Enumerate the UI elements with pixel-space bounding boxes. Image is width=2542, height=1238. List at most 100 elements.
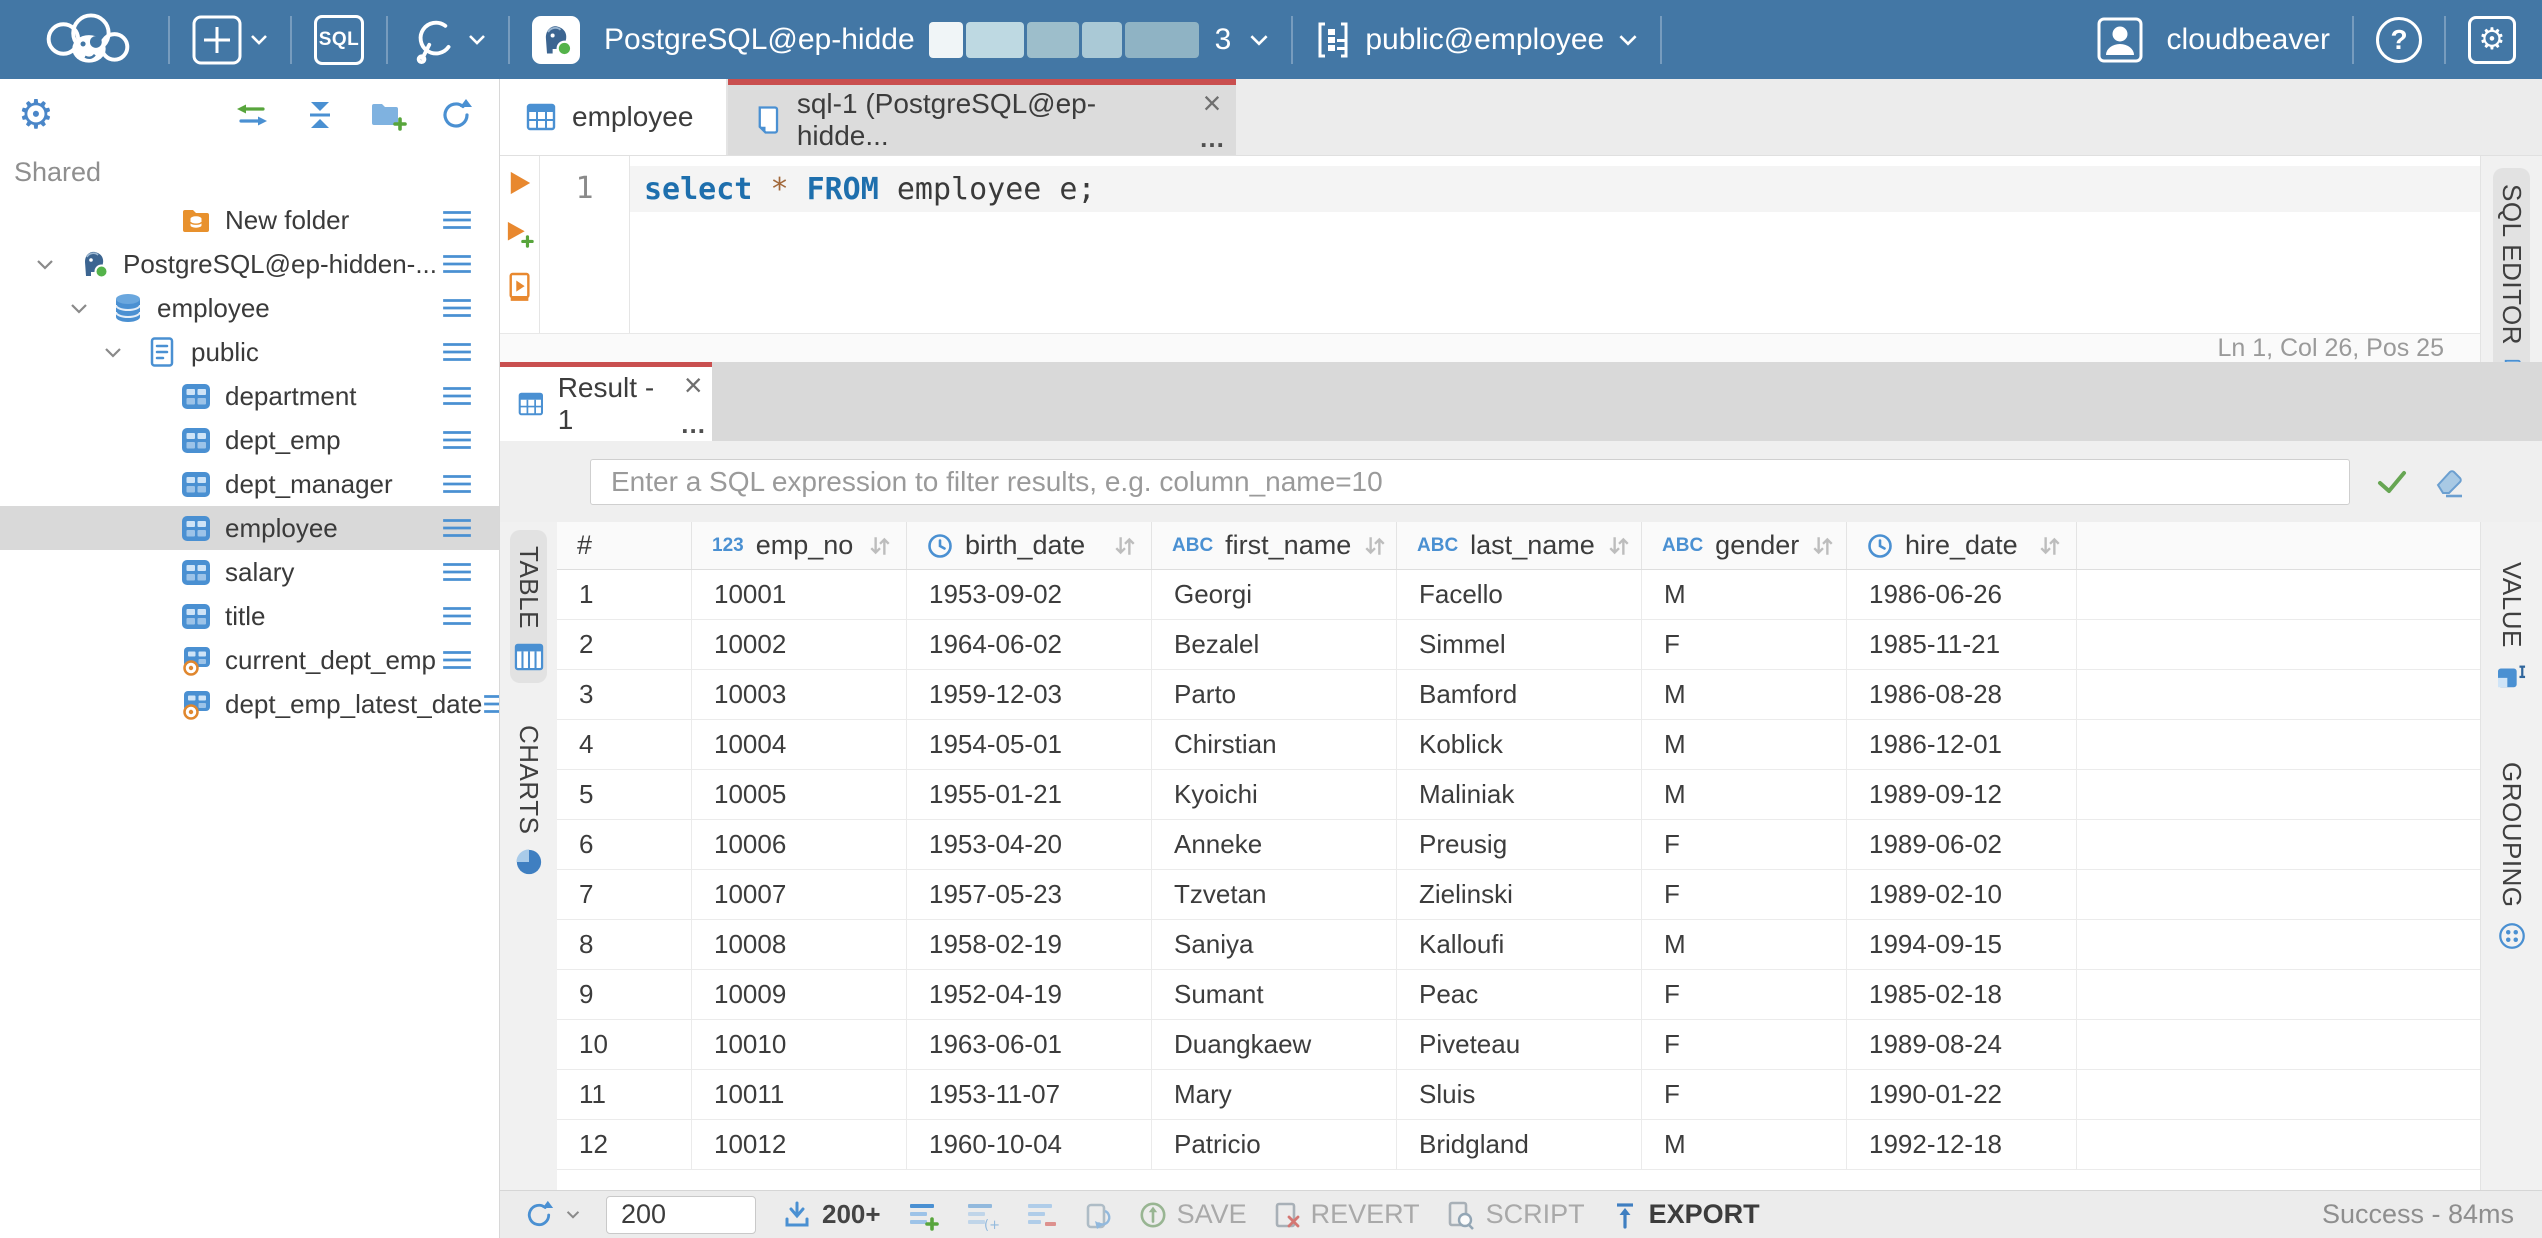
table-row[interactable]: 9 10009 1952-04-19 Sumant Peac F 1985-02-18 — [557, 970, 2480, 1020]
sidebar-item-dept-emp[interactable]: dept_emp — [0, 418, 499, 462]
grid-cell[interactable]: 1953-04-20 — [907, 820, 1152, 869]
grid-cell[interactable]: Saniya — [1152, 920, 1397, 969]
table-row[interactable]: 1 10001 1953-09-02 Georgi Facello M 1986-06-26 — [557, 570, 2480, 620]
table-row[interactable]: 6 10006 1953-04-20 Anneke Preusig F 1989-06-02 — [557, 820, 2480, 870]
grid-cell[interactable]: M — [1642, 770, 1847, 819]
sql-statement[interactable]: select * FROM employee e; — [630, 166, 2480, 212]
row-number-cell[interactable]: 12 — [557, 1120, 692, 1169]
row-number-cell[interactable]: 5 — [557, 770, 692, 819]
grid-cell[interactable]: Tzvetan — [1152, 870, 1397, 919]
chevron-down-icon[interactable] — [36, 259, 78, 270]
row-number-cell[interactable]: 11 — [557, 1070, 692, 1119]
filter-input[interactable] — [590, 458, 2350, 505]
grid-cell[interactable]: 1992-12-18 — [1847, 1120, 2077, 1169]
column-header[interactable]: hire_date — [1847, 522, 2077, 569]
column-header[interactable]: # — [557, 522, 692, 569]
table-row[interactable]: 8 10008 1958-02-19 Saniya Kalloufi M 1994-09-1… — [557, 920, 2480, 970]
grid-cell[interactable]: 10007 — [692, 870, 907, 919]
sort-icon[interactable] — [1113, 534, 1137, 558]
grid-cell[interactable]: M — [1642, 920, 1847, 969]
help-button[interactable]: ? — [2376, 16, 2422, 63]
grid-cell[interactable]: 1985-02-18 — [1847, 970, 2077, 1019]
grid-cell[interactable]: 10001 — [692, 570, 907, 619]
grid-cell[interactable]: Kyoichi — [1152, 770, 1397, 819]
grid-cell[interactable]: 1989-09-12 — [1847, 770, 2077, 819]
column-header[interactable]: ABC gender — [1642, 522, 1847, 569]
item-menu-icon[interactable] — [441, 296, 473, 320]
navigator-settings-icon[interactable]: ⚙ — [18, 95, 54, 135]
grid-cell[interactable]: 10005 — [692, 770, 907, 819]
grid-cell[interactable]: 1958-02-19 — [907, 920, 1152, 969]
refresh-icon[interactable] — [439, 98, 473, 132]
grid-cell[interactable]: 1957-05-23 — [907, 870, 1152, 919]
grid-cell[interactable]: 1964-06-02 — [907, 620, 1152, 669]
settings-button[interactable]: ⚙ — [2468, 15, 2516, 64]
chevron-down-icon[interactable] — [70, 303, 112, 314]
sort-icon[interactable] — [2038, 534, 2062, 558]
grid-cell[interactable]: 1990-01-22 — [1847, 1070, 2077, 1119]
column-header[interactable]: ABC last_name — [1397, 522, 1642, 569]
sidebar-item-current-dept-emp[interactable]: current_dept_emp — [0, 638, 499, 682]
grid-cell[interactable]: F — [1642, 970, 1847, 1019]
script-button[interactable]: SCRIPT — [1446, 1199, 1585, 1230]
grid-cell[interactable]: Patricio — [1152, 1120, 1397, 1169]
grid-cell[interactable]: Parto — [1152, 670, 1397, 719]
add-row-icon[interactable] — [907, 1199, 939, 1231]
row-number-cell[interactable]: 8 — [557, 920, 692, 969]
grid-cell[interactable]: 10006 — [692, 820, 907, 869]
connection-selector[interactable]: PostgreSQL@ep-hidde 3 — [532, 15, 1269, 64]
column-header[interactable]: 123 emp_no — [692, 522, 907, 569]
sidebar-item-dept-manager[interactable]: dept_manager — [0, 462, 499, 506]
row-number-cell[interactable]: 3 — [557, 670, 692, 719]
sidebar-item-dept-emp-latest-date[interactable]: dept_emp_latest_date — [0, 682, 499, 726]
grid-cell[interactable]: Sumant — [1152, 970, 1397, 1019]
new-folder-icon[interactable] — [369, 99, 407, 131]
code-area[interactable]: select * FROM employee e; — [630, 156, 2480, 333]
grid-cell[interactable]: 1952-04-19 — [907, 970, 1152, 1019]
table-row[interactable]: 10 10010 1963-06-01 Duangkaew Piveteau F 1989-… — [557, 1020, 2480, 1070]
chevron-down-icon[interactable] — [104, 347, 146, 358]
sidebar-item-employee[interactable]: employee — [0, 506, 499, 550]
grid-cell[interactable]: Mary — [1152, 1070, 1397, 1119]
grid-cell[interactable]: 1954-05-01 — [907, 720, 1152, 769]
grid-cell[interactable]: 10009 — [692, 970, 907, 1019]
grid-cell[interactable]: Piveteau — [1397, 1020, 1642, 1069]
grid-cell[interactable]: 1955-01-21 — [907, 770, 1152, 819]
refresh-result-button[interactable] — [524, 1200, 580, 1230]
grid-cell[interactable]: Bamford — [1397, 670, 1642, 719]
delete-row-icon[interactable] — [1025, 1199, 1057, 1231]
more-icon[interactable]: … — [680, 412, 706, 437]
close-icon[interactable]: × — [1203, 87, 1222, 119]
row-limit-input[interactable] — [606, 1195, 756, 1234]
grid-cell[interactable]: Chirstian — [1152, 720, 1397, 769]
grid-cell[interactable]: 1959-12-03 — [907, 670, 1152, 719]
collapse-all-icon[interactable] — [303, 98, 337, 132]
apply-filter-check-icon[interactable] — [2376, 469, 2408, 495]
row-number-cell[interactable]: 10 — [557, 1020, 692, 1069]
tab-employee[interactable]: employee — [500, 79, 728, 155]
table-row[interactable]: 2 10002 1964-06-02 Bezalel Simmel F 1985-11-21 — [557, 620, 2480, 670]
sidebar-item-department[interactable]: department — [0, 374, 499, 418]
column-header[interactable]: birth_date — [907, 522, 1152, 569]
driver-manager-button[interactable] — [410, 15, 486, 65]
item-menu-icon[interactable] — [441, 516, 473, 540]
duplicate-row-icon[interactable]: (+) — [965, 1199, 999, 1231]
grid-cell[interactable]: Duangkaew — [1152, 1020, 1397, 1069]
cloudbeaver-logo[interactable] — [28, 11, 146, 69]
sort-icon[interactable] — [1607, 534, 1631, 558]
grid-cell[interactable]: Maliniak — [1397, 770, 1642, 819]
execute-script-icon[interactable] — [507, 272, 533, 302]
sidebar-item-title[interactable]: title — [0, 594, 499, 638]
grid-cell[interactable]: M — [1642, 720, 1847, 769]
grid-cell[interactable]: 1986-06-26 — [1847, 570, 2077, 619]
clear-filter-eraser-icon[interactable] — [2430, 466, 2466, 498]
row-number-cell[interactable]: 2 — [557, 620, 692, 669]
grid-cell[interactable]: 1953-11-07 — [907, 1070, 1152, 1119]
tab-result-1[interactable]: Result - 1 × … — [500, 362, 712, 441]
item-menu-icon[interactable] — [441, 472, 473, 496]
table-row[interactable]: 12 10012 1960-10-04 Patricio Bridgland M 1992-… — [557, 1120, 2480, 1170]
sql-editor[interactable]: 1 select * FROM employee e; — [500, 156, 2480, 333]
grid-cell[interactable]: 10002 — [692, 620, 907, 669]
execute-new-tab-icon[interactable] — [506, 220, 534, 248]
tab-sql-editor-vertical[interactable]: SQL EDITOR — [2493, 168, 2530, 396]
